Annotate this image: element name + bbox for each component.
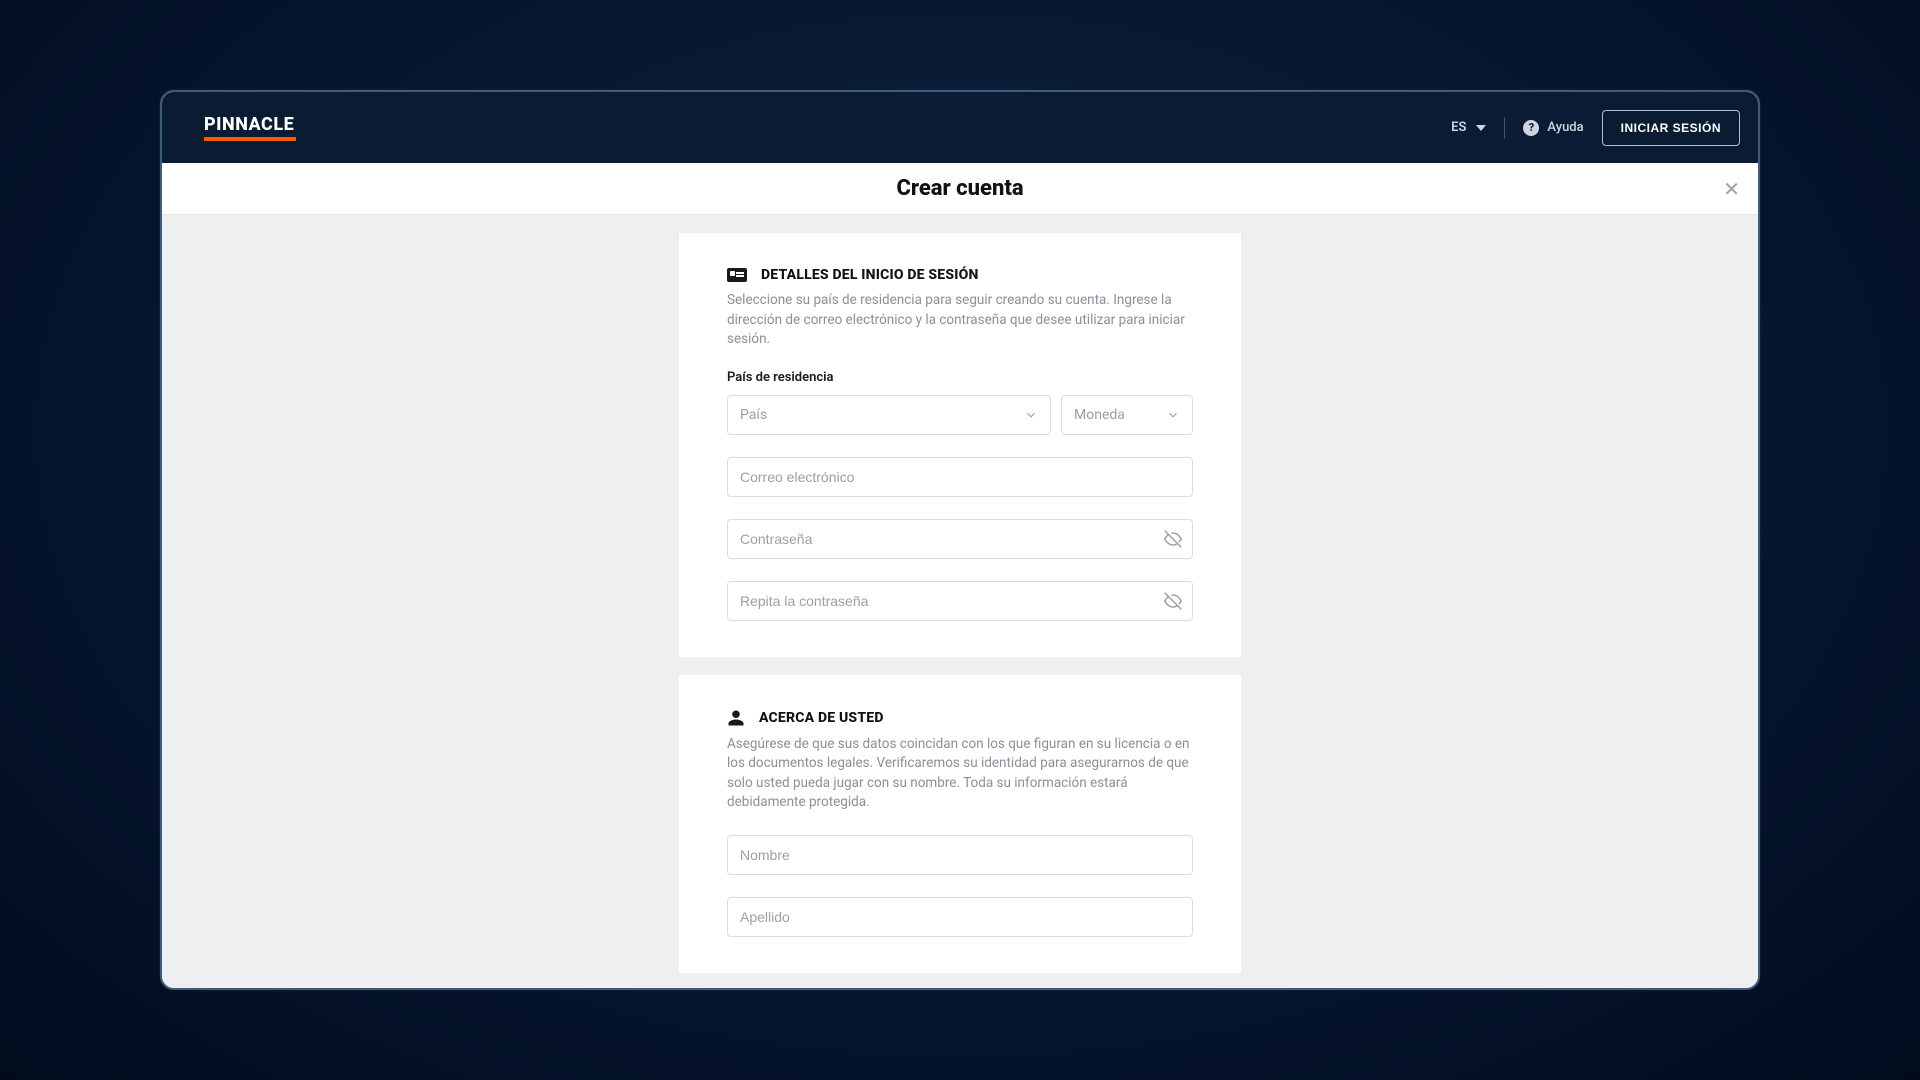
country-select[interactable]: País: [727, 395, 1051, 435]
language-label: ES: [1451, 120, 1466, 135]
currency-placeholder: Moneda: [1074, 407, 1125, 423]
login-button[interactable]: INICIAR SESIÓN: [1602, 110, 1740, 146]
page-titlebar: Crear cuenta ✕: [162, 163, 1758, 215]
lastname-input[interactable]: [740, 898, 1180, 936]
repeat-password-field-wrapper: [727, 581, 1193, 621]
help-link[interactable]: ? Ayuda: [1523, 120, 1583, 136]
about-you-description: Asegúrese de que sus datos coincidan con…: [727, 735, 1193, 813]
app-frame: PINNACLE ES ? Ayuda INICIAR SESIÓN Crear…: [160, 90, 1760, 990]
help-icon: ?: [1523, 120, 1539, 136]
about-you-title: ACERCA DE USTED: [759, 710, 884, 726]
section-head-about: ACERCA DE USTED: [727, 709, 1193, 727]
topbar-right: ES ? Ayuda INICIAR SESIÓN: [1451, 110, 1740, 146]
currency-select[interactable]: Moneda: [1061, 395, 1193, 435]
brand-text: PINNACLE: [204, 114, 294, 135]
chevron-down-icon: [1166, 408, 1180, 422]
email-field-wrapper: [727, 457, 1193, 497]
eye-off-icon[interactable]: [1164, 592, 1182, 610]
login-details-title: DETALLES DEL INICIO DE SESIÓN: [761, 267, 979, 283]
id-card-icon: [727, 268, 747, 282]
password-input[interactable]: [740, 520, 1180, 558]
login-details-description: Seleccione su país de residencia para se…: [727, 291, 1193, 350]
help-label: Ayuda: [1547, 120, 1583, 135]
brand-underline: [204, 137, 296, 141]
repeat-password-input[interactable]: [740, 582, 1180, 620]
country-placeholder: País: [740, 407, 767, 423]
residence-label: País de residencia: [727, 370, 1193, 385]
section-head-login: DETALLES DEL INICIO DE SESIÓN: [727, 267, 1193, 283]
brand-logo[interactable]: PINNACLE: [204, 114, 296, 141]
page-title: Crear cuenta: [896, 176, 1023, 201]
email-input[interactable]: [740, 458, 1180, 496]
eye-off-icon[interactable]: [1164, 530, 1182, 548]
language-selector[interactable]: ES: [1451, 120, 1486, 135]
chevron-down-icon: [1476, 125, 1486, 131]
residence-row: País Moneda: [727, 395, 1193, 435]
divider: [1504, 117, 1505, 139]
close-icon[interactable]: ✕: [1723, 179, 1740, 199]
firstname-field-wrapper: [727, 835, 1193, 875]
password-field-wrapper: [727, 519, 1193, 559]
login-details-card: DETALLES DEL INICIO DE SESIÓN Seleccione…: [679, 233, 1241, 657]
lastname-field-wrapper: [727, 897, 1193, 937]
chevron-down-icon: [1024, 408, 1038, 422]
content-area: DETALLES DEL INICIO DE SESIÓN Seleccione…: [162, 215, 1758, 988]
about-you-card: ACERCA DE USTED Asegúrese de que sus dat…: [679, 675, 1241, 973]
person-icon: [727, 709, 745, 727]
firstname-input[interactable]: [740, 836, 1180, 874]
topbar: PINNACLE ES ? Ayuda INICIAR SESIÓN: [162, 92, 1758, 163]
